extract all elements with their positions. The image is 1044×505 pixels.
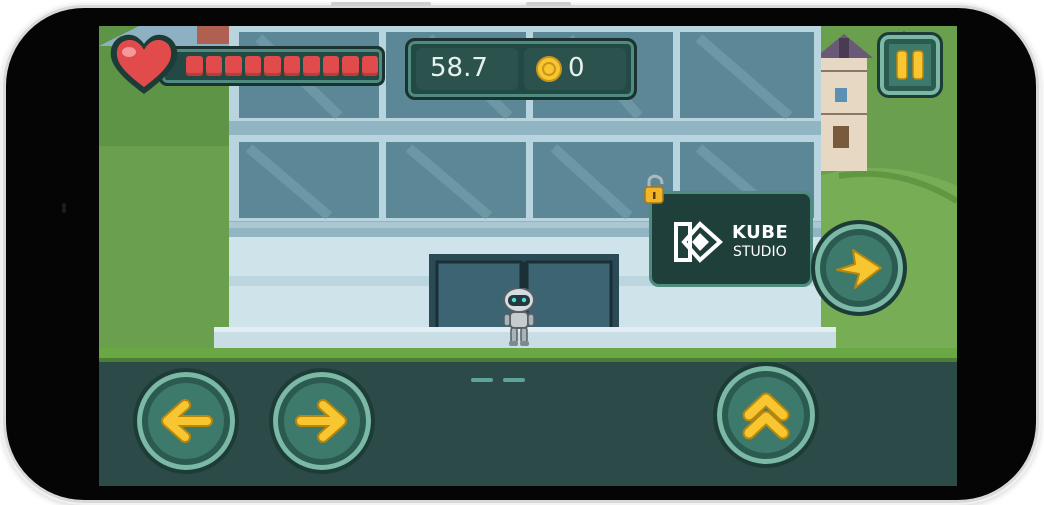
- pause-button[interactable]: [877, 32, 943, 98]
- timer-value: 58.7: [430, 53, 488, 83]
- arrow-left-icon: [161, 399, 213, 443]
- phone-sensor: [62, 203, 66, 213]
- pause-icon: [896, 50, 924, 80]
- phone-side-button: [331, 2, 431, 6]
- health-segments: [186, 56, 378, 76]
- move-left-button[interactable]: [133, 368, 239, 474]
- health-segment: [186, 56, 203, 76]
- timer-coin-panel: 58.7 0: [405, 38, 637, 100]
- health-segment: [342, 56, 359, 76]
- health-segment: [225, 56, 242, 76]
- health-segment: [303, 56, 320, 76]
- robot-player-character: [503, 288, 535, 346]
- phone-side-button: [526, 2, 571, 6]
- padlock-icon: [644, 174, 664, 204]
- jump-button[interactable]: [713, 362, 819, 468]
- coin-icon: [536, 56, 562, 82]
- arrow-right-icon: [295, 399, 347, 443]
- heart-icon: [110, 34, 178, 94]
- sign-brand-line1: KUBE: [732, 222, 789, 243]
- enter-building-button[interactable]: [811, 220, 907, 316]
- health-segment: [283, 56, 300, 76]
- sign-brand-line2: STUDIO: [733, 244, 787, 260]
- double-chevron-up-icon: [742, 392, 790, 440]
- game-screen: 58.7 0 KUBE STUDIO: [99, 26, 957, 486]
- kube-studio-sign: KUBE STUDIO: [649, 191, 813, 287]
- move-right-button[interactable]: [269, 368, 375, 474]
- health-segment: [264, 56, 281, 76]
- health-segment: [322, 56, 339, 76]
- kube-logo-icon: [674, 221, 723, 263]
- health-segment: [205, 56, 222, 76]
- coin-count: 0: [568, 53, 585, 83]
- arrow-right-icon: [836, 249, 882, 289]
- health-bar: [159, 46, 385, 86]
- health-segment: [361, 56, 378, 76]
- health-segment: [244, 56, 261, 76]
